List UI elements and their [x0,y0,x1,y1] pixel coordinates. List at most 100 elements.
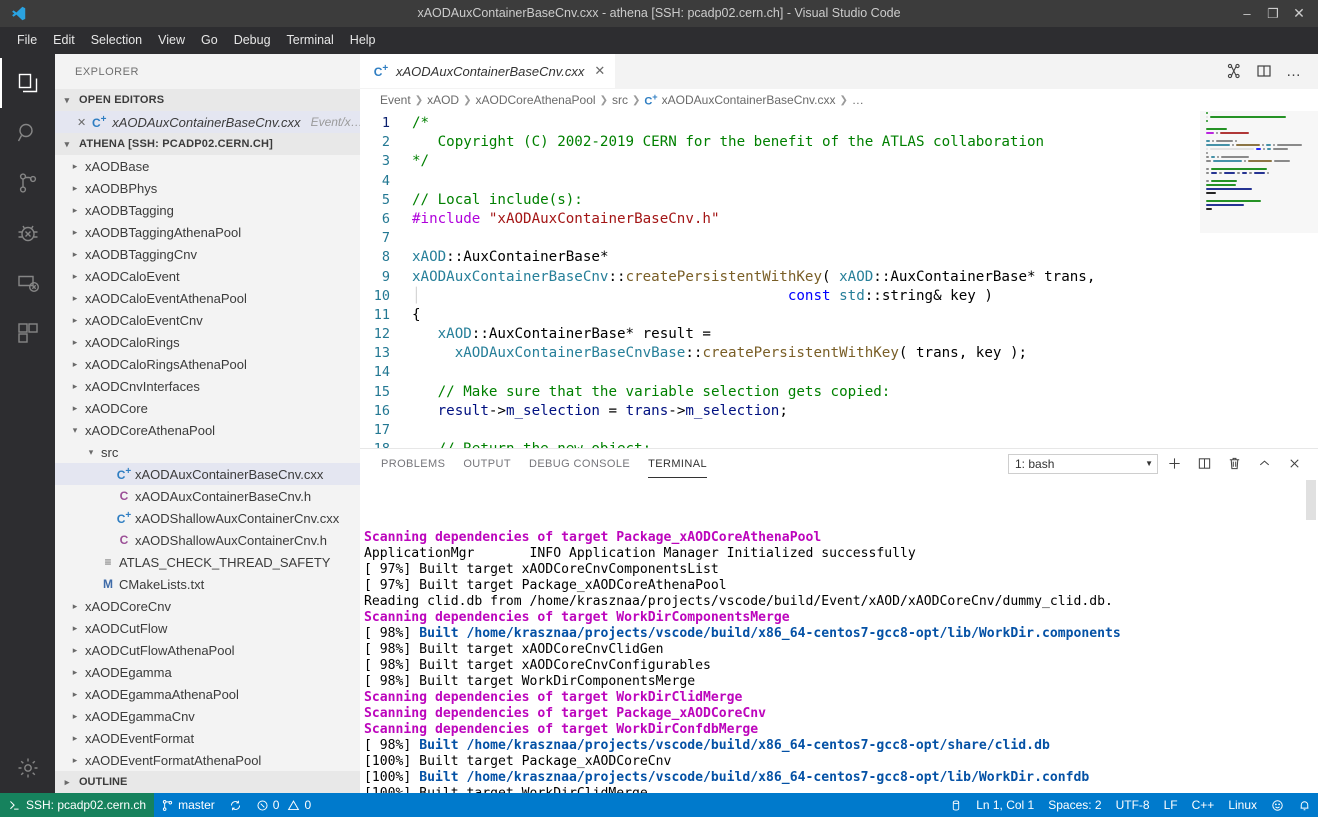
tree-item[interactable]: ▸ xAODEgammaAthenaPool [55,683,360,705]
tree-item[interactable]: ▸ xAODEgammaCnv [55,705,360,727]
tree-item[interactable]: ▸ xAODBTaggingAthenaPool [55,221,360,243]
menu-edit[interactable]: Edit [45,30,83,50]
status-sync[interactable] [222,793,249,817]
status-database-icon[interactable] [943,793,969,817]
breadcrumb[interactable]: Event ❯ xAOD ❯ xAODCoreAthenaPool ❯ src ❯ C+ xAOD… [360,89,1318,111]
close-panel-icon[interactable] [1280,452,1308,476]
activity-manage-settings[interactable] [0,743,55,793]
tree-item[interactable]: ▸ xAODBPhys [55,177,360,199]
code-line[interactable]: 6 #include "xAODAuxContainerBaseCnv.h" [360,210,1200,229]
status-notifications-bell-icon[interactable] [1291,793,1318,817]
tree-item[interactable]: CxAODShallowAuxContainerCnv.h [55,529,360,551]
breadcrumb-item[interactable]: xAOD [427,93,459,107]
status-branch[interactable]: master [154,793,222,817]
code-line[interactable]: 14 [360,363,1200,382]
code-line[interactable]: 9 xAODAuxContainerBaseCnv::createPersiste… [360,268,1200,287]
menu-debug[interactable]: Debug [226,30,279,50]
open-editors-header[interactable]: ▾ OPEN EDITORS [55,89,360,111]
breadcrumb-item[interactable]: Event [380,93,411,107]
close-icon[interactable]: ✕ [594,63,605,79]
split-toggle-icon[interactable] [1220,57,1248,85]
status-eol[interactable]: LF [1157,793,1185,817]
tree-item[interactable]: C+ xAODAuxContainerBaseCnv.cxx [55,463,360,485]
close-icon[interactable]: ✕ [77,116,86,129]
code-content[interactable]: 1 /* 2 Copyright (C) 2002-2019 CERN for th… [360,111,1200,448]
tree-item[interactable]: ▸ xAODBTagging [55,199,360,221]
tree-item[interactable]: ▸ xAODCaloRings [55,331,360,353]
breadcrumb-item[interactable]: xAODAuxContainerBaseCnv.cxx [662,93,836,107]
tree-item[interactable]: ▸ xAODCaloEventCnv [55,309,360,331]
activity-extensions[interactable] [0,308,55,358]
terminal-output[interactable]: Scanning dependencies of target Package_… [360,478,1318,793]
activity-explorer[interactable] [0,58,55,108]
code-line[interactable]: 5 // Local include(s): [360,191,1200,210]
activity-debug[interactable] [0,208,55,258]
tree-item[interactable]: ▸ xAODEgamma [55,661,360,683]
tab-output[interactable]: OUTPUT [454,449,520,478]
code-line[interactable]: 16 result->m_selection = trans->m_select… [360,402,1200,421]
code-line[interactable]: 4 [360,172,1200,191]
code-line[interactable]: 7 [360,229,1200,248]
status-remote-indicator[interactable]: SSH: pcadp02.cern.ch [0,793,155,817]
editor-area[interactable]: 1 /* 2 Copyright (C) 2002-2019 CERN for th… [360,111,1318,448]
status-problems[interactable]: 0 0 [249,793,318,817]
code-line[interactable]: 15 // Make sure that the variable select… [360,383,1200,402]
tree-item[interactable]: ▸ xAODCaloEvent [55,265,360,287]
code-line[interactable]: 1 /* [360,114,1200,133]
status-feedback-smiley-icon[interactable] [1264,793,1291,817]
code-line[interactable]: 11 { [360,306,1200,325]
minimap[interactable] [1200,111,1318,448]
status-encoding[interactable]: UTF-8 [1109,793,1157,817]
breadcrumb-item[interactable]: xAODCoreAthenaPool [475,93,595,107]
close-button[interactable]: ✕ [1286,2,1312,24]
open-editor-item[interactable]: ✕ C+ xAODAuxContainerBaseCnv.cxx Event/x… [55,111,363,133]
tree-item[interactable]: CxAODAuxContainerBaseCnv.h [55,485,360,507]
code-line[interactable]: 10 │ const std::string& key ) [360,287,1200,306]
breadcrumb-item[interactable]: … [852,93,864,107]
maximize-panel-icon[interactable] [1250,452,1278,476]
code-line[interactable]: 13 xAODAuxContainerBaseCnvBase::createPe… [360,344,1200,363]
tree-item[interactable]: C+ xAODShallowAuxContainerCnv.cxx [55,507,360,529]
tree-item[interactable]: ▸ xAODCutFlow [55,617,360,639]
tree-item[interactable]: ▾ src [55,441,360,463]
file-tree[interactable]: ▸ xAODBase ▸ xAODBPhys ▸ xAODBTagging ▸ xAODBTa… [55,155,360,771]
more-actions-icon[interactable]: … [1280,57,1308,85]
tab-problems[interactable]: PROBLEMS [372,449,454,478]
tree-item[interactable]: ▸ xAODBase [55,155,360,177]
tree-item[interactable]: ▸ xAODEventFormat [55,727,360,749]
tree-item[interactable]: ▸ xAODCutFlowAthenaPool [55,639,360,661]
activity-remote-explorer[interactable] [0,258,55,308]
menu-go[interactable]: Go [193,30,226,50]
tree-item[interactable]: ▸ xAODCore [55,397,360,419]
tree-item[interactable]: ▸ xAODCnvInterfaces [55,375,360,397]
code-line[interactable]: 8 xAOD::AuxContainerBase* [360,248,1200,267]
kill-terminal-icon[interactable] [1220,452,1248,476]
code-line[interactable]: 3 */ [360,152,1200,171]
terminal-scrollbar[interactable] [1306,480,1316,520]
menu-terminal[interactable]: Terminal [279,30,342,50]
menu-file[interactable]: File [9,30,45,50]
code-viewport[interactable]: 1 /* 2 Copyright (C) 2002-2019 CERN for th… [360,111,1200,448]
minimize-button[interactable]: – [1234,2,1260,24]
status-platform[interactable]: Linux [1221,793,1264,817]
outline-header[interactable]: ▸ OUTLINE [55,771,360,793]
code-line[interactable]: 18 // Return the new object: [360,440,1200,448]
breadcrumb-item[interactable]: src [612,93,628,107]
code-line[interactable]: 17 [360,421,1200,440]
code-line[interactable]: 2 Copyright (C) 2002-2019 CERN for the b… [360,133,1200,152]
terminal-selector[interactable]: 1: bash ▼ [1008,453,1158,474]
tree-item[interactable]: ▾ xAODCoreAthenaPool [55,419,360,441]
tree-item[interactable]: ▸ xAODEventFormatAthenaPool [55,749,360,771]
tree-item[interactable]: ▸ xAODCaloRingsAthenaPool [55,353,360,375]
split-terminal-icon[interactable] [1190,452,1218,476]
tab-xAODAuxContainerBaseCnv-cxx[interactable]: C+ xAODAuxContainerBaseCnv.cxx ✕ [360,54,617,88]
status-indentation[interactable]: Spaces: 2 [1041,793,1108,817]
workspace-header[interactable]: ▾ ATHENA [SSH: PCADP02.CERN.CH] [55,133,360,155]
activity-source-control[interactable] [0,158,55,208]
activity-search[interactable] [0,108,55,158]
status-language-mode[interactable]: C++ [1185,793,1222,817]
tree-item[interactable]: ▸ xAODCoreCnv [55,595,360,617]
split-editor-icon[interactable] [1250,57,1278,85]
tree-item[interactable]: M CMakeLists.txt [55,573,360,595]
tree-item[interactable]: ▸ xAODBTaggingCnv [55,243,360,265]
